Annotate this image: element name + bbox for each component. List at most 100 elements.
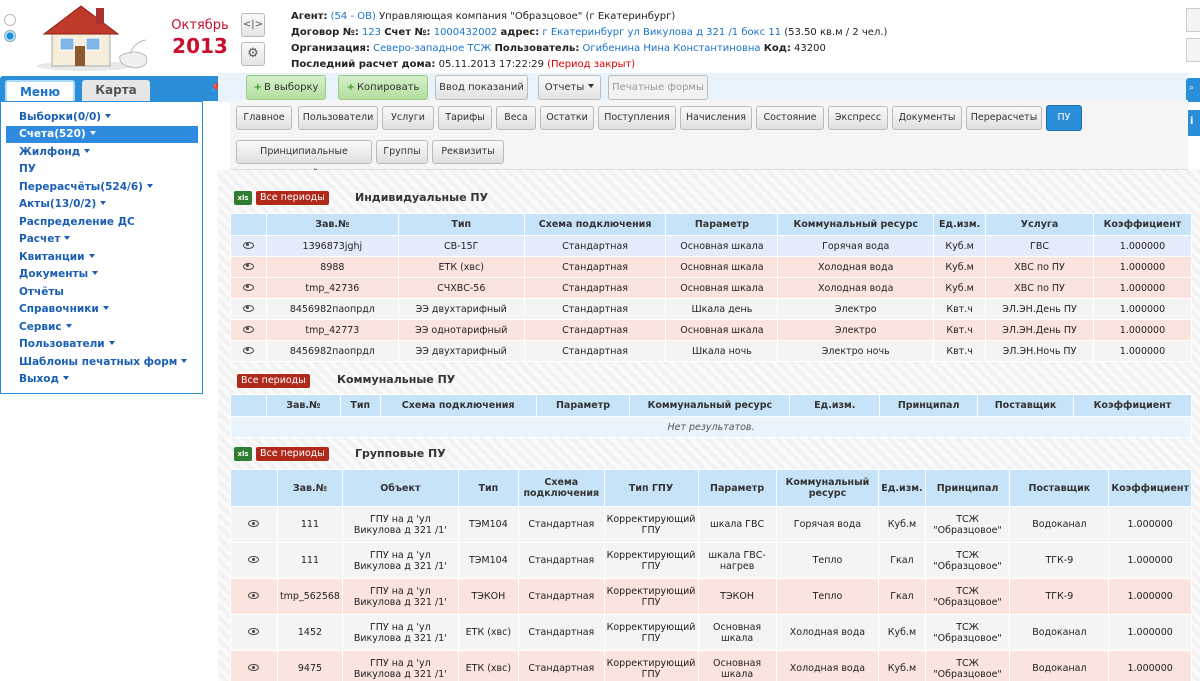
address-link[interactable]: г Екатеринбург ул Викулова д 321 /1 бокс…	[542, 27, 781, 38]
column-header[interactable]: Параметр	[697, 469, 777, 507]
tab-accruals[interactable]: Начисления	[680, 106, 752, 130]
table-row[interactable]: tmp_562568 ГПУ на д 'ул Викулова д 321 /…	[230, 578, 1192, 615]
column-header[interactable]: Принципал	[879, 394, 979, 417]
menu-item-directories[interactable]: Справочники	[6, 301, 198, 318]
column-header[interactable]: Принципал	[924, 469, 1011, 507]
column-header[interactable]	[230, 394, 267, 417]
period-year[interactable]: 2013	[170, 34, 230, 58]
column-header[interactable]: Коэффициент	[1108, 469, 1192, 507]
column-header[interactable]: Схема подключения	[379, 394, 537, 417]
mode-radio-2[interactable]	[4, 30, 16, 42]
view-cell[interactable]	[230, 542, 278, 579]
tab-groups[interactable]: Группы	[376, 140, 428, 164]
all-periods-button[interactable]: Все периоды	[237, 374, 310, 388]
info-side-button[interactable]: i	[1186, 110, 1200, 136]
tab-payments[interactable]: Поступления	[598, 106, 676, 130]
eye-icon[interactable]	[248, 628, 260, 635]
view-cell[interactable]	[230, 614, 278, 651]
table-row[interactable]: tmp_42773 ЭЭ однотарифный Стандартная Ос…	[230, 319, 1193, 341]
tab-main[interactable]: Главное	[236, 106, 292, 130]
menu-item-recalculations[interactable]: Перерасчёты(524/6)	[6, 179, 198, 196]
copy-button[interactable]: + Копировать	[338, 75, 428, 100]
table-row[interactable]: 111 ГПУ на д 'ул Викулова д 321 /1' ТЭМ1…	[230, 542, 1192, 579]
view-cell[interactable]	[230, 235, 267, 257]
tab-users[interactable]: Пользователи	[298, 106, 378, 130]
enter-readings-button[interactable]: Ввод показаний	[435, 75, 528, 100]
table-row[interactable]: tmp_42736 СЧХВС-56 Стандартная Основная …	[230, 277, 1193, 299]
all-periods-button[interactable]: Все периоды	[256, 191, 329, 205]
tab-recalculations[interactable]: Перерасчеты	[966, 106, 1042, 130]
menu-item-reports[interactable]: Отчёты	[6, 284, 198, 301]
table-row[interactable]: 8456982паопрдл ЭЭ двухтарифный Стандартн…	[230, 298, 1193, 320]
column-header[interactable]: Зав.№	[265, 213, 399, 236]
column-header[interactable]: Коммунальный ресурс	[629, 394, 791, 417]
tab-main-settings[interactable]: Принципиальные настройки	[236, 140, 372, 179]
tab-state[interactable]: Состояние	[756, 106, 824, 130]
view-cell[interactable]	[230, 340, 267, 362]
xls-export-icon[interactable]: xls	[234, 191, 252, 205]
tab-meters[interactable]: ПУ	[1046, 105, 1082, 131]
column-header[interactable]: Тип	[397, 213, 525, 236]
all-periods-button[interactable]: Все периоды	[256, 447, 329, 461]
menu-item-acts[interactable]: Акты(13/0/2)	[6, 196, 198, 213]
eye-icon[interactable]	[242, 346, 254, 354]
tab-menu[interactable]: Меню	[5, 80, 75, 101]
search-side-button[interactable]: ⌕	[1186, 78, 1200, 102]
agent-code-link[interactable]: (54 - ОВ)	[331, 11, 376, 22]
tab-balances[interactable]: Остатки	[540, 106, 594, 130]
view-cell[interactable]	[230, 298, 267, 320]
add-to-selection-button[interactable]: + В выборку	[246, 75, 326, 100]
table-row[interactable]: 1452 ГПУ на д 'ул Викулова д 321 /1' ЕТК…	[230, 614, 1192, 651]
eye-icon[interactable]	[242, 283, 254, 291]
column-header[interactable]: Коммунальный ресурс	[775, 469, 880, 507]
mode-radio-1[interactable]	[4, 14, 16, 26]
view-cell[interactable]	[230, 319, 267, 341]
column-header[interactable]: Услуга	[985, 213, 1094, 236]
menu-item-templates[interactable]: Шаблоны печатных форм	[6, 354, 198, 371]
view-cell[interactable]	[230, 277, 267, 299]
column-header[interactable]: Параметр	[535, 394, 631, 417]
column-header[interactable]: Тип	[339, 394, 381, 417]
column-header[interactable]: Схема подключения	[523, 213, 667, 236]
column-header[interactable]: Ед.изм.	[878, 469, 926, 507]
column-header[interactable]	[230, 213, 267, 236]
table-row[interactable]: 8988 ЕТК (хвс) Стандартная Основная шкал…	[230, 256, 1193, 278]
view-cell[interactable]	[230, 650, 278, 681]
menu-item-selections[interactable]: Выборки(0/0)	[6, 109, 198, 126]
contract-link[interactable]: 123	[362, 27, 381, 38]
menu-item-service[interactable]: Сервис	[6, 319, 198, 336]
menu-item-exit[interactable]: Выход	[6, 371, 198, 388]
menu-item-documents[interactable]: Документы	[6, 266, 198, 283]
eye-icon[interactable]	[242, 241, 254, 249]
column-header[interactable]: Зав.№	[265, 394, 341, 417]
column-header[interactable]: Тип	[457, 469, 520, 507]
column-header[interactable]	[230, 469, 278, 507]
table-row[interactable]: 8456982паопрдл ЭЭ двухтарифный Стандартн…	[230, 340, 1193, 362]
account-link[interactable]: 1000432002	[434, 27, 498, 38]
menu-item-housing[interactable]: Жилфонд	[6, 144, 198, 161]
eye-icon[interactable]	[242, 325, 254, 333]
menu-item-distribution[interactable]: Распределение ДС	[6, 214, 198, 231]
column-header[interactable]: Тип ГПУ	[603, 469, 699, 507]
eye-icon[interactable]	[242, 262, 254, 270]
column-header[interactable]: Коэффициент	[1092, 213, 1193, 236]
edge-button-1[interactable]	[1186, 8, 1200, 32]
tab-services[interactable]: Услуги	[382, 106, 434, 130]
column-header[interactable]: Параметр	[665, 213, 779, 236]
reports-dropdown[interactable]: Отчеты	[538, 75, 601, 100]
tab-map[interactable]: Карта	[82, 80, 150, 101]
eye-icon[interactable]	[248, 520, 260, 527]
table-row[interactable]: 111 ГПУ на д 'ул Викулова д 321 /1' ТЭМ1…	[230, 506, 1192, 543]
tab-documents[interactable]: Документы	[892, 106, 962, 130]
column-header[interactable]: Схема подключения	[518, 469, 605, 507]
column-header[interactable]: Коммунальный ресурс	[777, 213, 935, 236]
table-row[interactable]: 9475 ГПУ на д 'ул Викулова д 321 /1' ЕТК…	[230, 650, 1192, 681]
column-header[interactable]: Зав.№	[276, 469, 343, 507]
column-header[interactable]: Ед.изм.	[789, 394, 881, 417]
view-cell[interactable]	[230, 506, 278, 543]
column-header[interactable]: Ед.изм.	[933, 213, 987, 236]
user-link[interactable]: Огибенина Нина Константиновна	[583, 43, 761, 54]
eye-icon[interactable]	[242, 304, 254, 312]
tab-weights[interactable]: Веса	[496, 106, 536, 130]
edge-button-2[interactable]	[1186, 38, 1200, 62]
